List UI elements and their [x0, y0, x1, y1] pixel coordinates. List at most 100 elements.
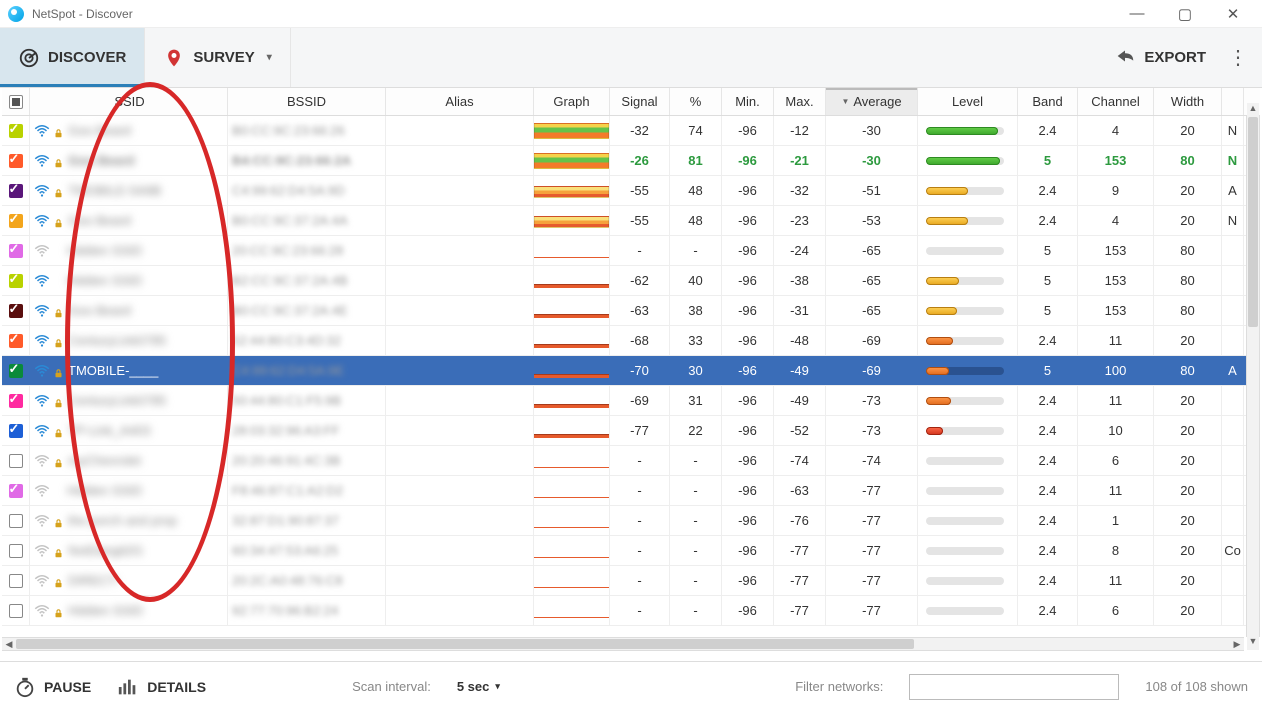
cell-band: 2.4: [1018, 536, 1078, 565]
header-band[interactable]: Band: [1018, 88, 1078, 115]
row-checkbox[interactable]: [2, 326, 30, 355]
cell-extra: A: [1222, 356, 1244, 385]
table-row[interactable]: Goo Beard B0:CC:9C:37:2A:4A -55 48 -96 -…: [2, 206, 1260, 236]
more-menu-button[interactable]: ⋮: [1214, 28, 1262, 87]
cell-max: -32: [774, 176, 826, 205]
row-checkbox[interactable]: [2, 566, 30, 595]
scroll-thumb[interactable]: [1248, 117, 1258, 327]
cell-graph: [534, 266, 610, 295]
row-checkbox[interactable]: [2, 176, 30, 205]
ssid-text: TMOBILE-____: [68, 363, 158, 378]
header-alias[interactable]: Alias: [386, 88, 534, 115]
cell-min: -96: [722, 416, 774, 445]
scroll-left-arrow-icon[interactable]: ◀: [2, 639, 16, 650]
table-row[interactable]: CenturyLink0785 50:44:80:C1:F5:9B -69 31…: [2, 386, 1260, 416]
cell-extra: [1222, 416, 1244, 445]
cell-min: -96: [722, 566, 774, 595]
cell-graph: [534, 296, 610, 325]
table-row[interactable]: Goo Beard B0:CC:9C:37:2A:4E -63 38 -96 -…: [2, 296, 1260, 326]
header-bssid[interactable]: BSSID: [228, 88, 386, 115]
top-toolbar: DISCOVER SURVEY ▾ EXPORT ⋮: [0, 28, 1262, 88]
cell-bssid: 20:2C:A0:48:76:C8: [228, 566, 386, 595]
filter-label: Filter networks:: [795, 679, 883, 694]
lock-icon: [54, 336, 64, 346]
window-close-button[interactable]: ✕: [1218, 5, 1248, 23]
scroll-down-arrow-icon[interactable]: ▼: [1247, 636, 1259, 650]
tab-survey[interactable]: SURVEY ▾: [145, 28, 290, 87]
row-checkbox[interactable]: [2, 596, 30, 625]
cell-channel: 8: [1078, 536, 1154, 565]
header-checkbox[interactable]: [2, 88, 30, 115]
table-row[interactable]: DIRECT- 20:2C:A0:48:76:C8 - - -96 -77 -7…: [2, 566, 1260, 596]
table-row[interactable]: NotDangit2G 60:34:47:53:A6:25 - - -96 -7…: [2, 536, 1260, 566]
row-checkbox[interactable]: [2, 116, 30, 145]
scroll-up-arrow-icon[interactable]: ▲: [1247, 103, 1259, 117]
row-checkbox[interactable]: [2, 476, 30, 505]
scan-interval-dropdown[interactable]: 5 sec ▾: [457, 679, 500, 694]
header-pct[interactable]: %: [670, 88, 722, 115]
row-checkbox[interactable]: [2, 356, 30, 385]
horizontal-scrollbar[interactable]: ◀ ▶: [2, 637, 1244, 651]
window-maximize-button[interactable]: ▢: [1170, 5, 1200, 23]
table-row[interactable]: Hidden SSID 20:CC:9C:23:66:28 - - -96 -2…: [2, 236, 1260, 266]
table-row[interactable]: myChevrolet 20:20:46:91:4C:3B - - -96 -7…: [2, 446, 1260, 476]
table-row[interactable]: Hidden SSID B2:CC:9C:37:2A:4B -62 40 -96…: [2, 266, 1260, 296]
pause-button[interactable]: PAUSE: [14, 676, 91, 698]
row-checkbox[interactable]: [2, 236, 30, 265]
cell-channel: 6: [1078, 446, 1154, 475]
cell-channel: 153: [1078, 296, 1154, 325]
row-checkbox[interactable]: [2, 446, 30, 475]
scroll-right-arrow-icon[interactable]: ▶: [1230, 639, 1244, 650]
table-row[interactable]: TP-Link_A403 28:03:32:96:A3:FF -77 22 -9…: [2, 416, 1260, 446]
cell-percent: 40: [670, 266, 722, 295]
header-width[interactable]: Width: [1154, 88, 1222, 115]
row-checkbox[interactable]: [2, 266, 30, 295]
cell-percent: -: [670, 476, 722, 505]
cell-max: -49: [774, 356, 826, 385]
header-graph[interactable]: Graph: [534, 88, 610, 115]
cell-alias: [386, 266, 534, 295]
row-checkbox[interactable]: [2, 146, 30, 175]
table-row[interactable]: the porch and prop 32:87:D1:90:87:37 - -…: [2, 506, 1260, 536]
cell-signal: -68: [610, 326, 670, 355]
table-row[interactable]: TMOBILE-5A9B C4:99:62:D4:5A:9D -55 48 -9…: [2, 176, 1260, 206]
hscroll-thumb[interactable]: [16, 639, 914, 649]
cell-band: 2.4: [1018, 506, 1078, 535]
details-button[interactable]: DETAILS: [117, 676, 206, 698]
ssid-text: TMOBILE-5A9B: [68, 183, 161, 198]
table-row[interactable]: Goo Beard B4:CC:9C:23:66:2A -26 81 -96 -…: [2, 146, 1260, 176]
row-checkbox[interactable]: [2, 536, 30, 565]
cell-alias: [386, 296, 534, 325]
cell-graph: [534, 446, 610, 475]
header-channel[interactable]: Channel: [1078, 88, 1154, 115]
cell-level: [918, 506, 1018, 535]
shown-count: 108 of 108 shown: [1145, 679, 1248, 694]
header-ssid[interactable]: SSID: [30, 88, 228, 115]
cell-signal: -: [610, 236, 670, 265]
vertical-scrollbar[interactable]: ▲ ▼: [1246, 116, 1260, 637]
header-average[interactable]: ▼ Average: [826, 88, 918, 115]
cell-min: -96: [722, 596, 774, 625]
row-checkbox[interactable]: [2, 416, 30, 445]
header-signal[interactable]: Signal: [610, 88, 670, 115]
row-checkbox[interactable]: [2, 386, 30, 415]
header-level[interactable]: Level: [918, 88, 1018, 115]
lock-icon: [54, 456, 64, 466]
row-checkbox[interactable]: [2, 296, 30, 325]
export-button[interactable]: EXPORT: [1106, 28, 1214, 87]
filter-input[interactable]: [909, 674, 1119, 700]
cell-extra: [1222, 296, 1244, 325]
table-row[interactable]: CenturyLink0785 52:44:80:C3:4D:32 -68 33…: [2, 326, 1260, 356]
header-min[interactable]: Min.: [722, 88, 774, 115]
row-checkbox[interactable]: [2, 506, 30, 535]
header-max[interactable]: Max.: [774, 88, 826, 115]
row-checkbox[interactable]: [2, 206, 30, 235]
window-minimize-button[interactable]: —: [1122, 5, 1152, 23]
cell-bssid: C4:99:62:D4:5A:9D: [228, 176, 386, 205]
cell-width: 20: [1154, 386, 1222, 415]
tab-discover[interactable]: DISCOVER: [0, 28, 145, 87]
table-row[interactable]: TMOBILE-____ C4:99:62:D4:5A:9E -70 30 -9…: [2, 356, 1260, 386]
table-row[interactable]: Goo Beard B0:CC:9C:23:66:26 -32 74 -96 -…: [2, 116, 1260, 146]
table-row[interactable]: Hidden SSID F8:46:87:C1:A2:D2 - - -96 -6…: [2, 476, 1260, 506]
table-row[interactable]: Hidden SSID 92:77:70:96:B2:24 - - -96 -7…: [2, 596, 1260, 626]
